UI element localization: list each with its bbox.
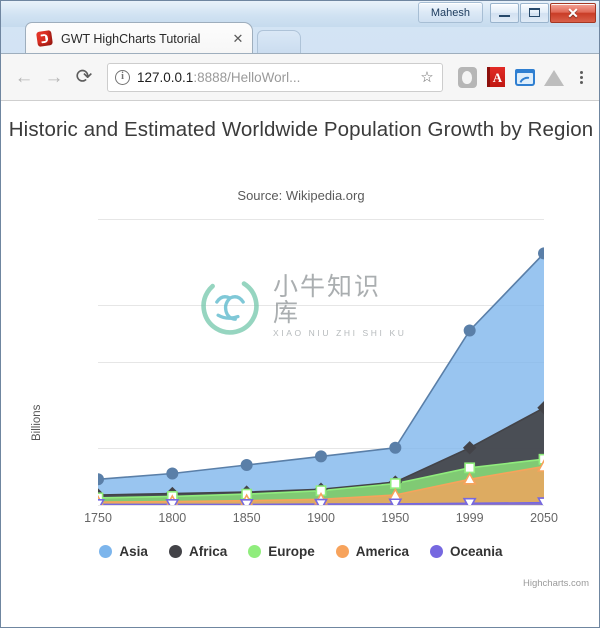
legend-item-europe[interactable]: Europe [248,544,315,559]
data-point-marker [98,473,104,486]
legend-color-swatch [335,545,349,558]
shield-icon[interactable] [456,66,478,88]
legend-label: America [355,544,410,559]
x-tick-label: 1850 [232,511,261,525]
x-tick-label: 1900 [307,511,335,525]
legend-color-swatch [430,545,444,558]
data-point-marker [165,499,180,505]
close-icon: ✕ [567,4,579,21]
reload-button[interactable]: ⟳ [69,62,99,92]
url-text: 127.0.0.1:8888/HelloWorl... [137,70,418,85]
data-point-marker [240,458,253,471]
red-book-icon[interactable]: A [485,66,507,88]
url-host: 127.0.0.1 [137,69,194,85]
chart-legend: Asia Africa Europe America Oceania [1,544,599,559]
tab-close-icon[interactable]: ✕ [230,31,246,47]
x-tick-label: 1999 [455,511,484,525]
site-info-icon[interactable]: i [115,69,130,85]
legend-item-oceania[interactable]: Oceania [430,544,503,559]
legend-color-swatch [168,545,182,558]
data-point-marker [315,450,328,463]
y-axis-title: Billions [31,404,43,441]
data-point-marker [538,247,544,260]
data-point-marker [463,324,476,337]
minimize-icon [499,15,510,17]
data-point-marker [389,478,401,489]
data-point-marker [314,498,328,505]
tab-strip: GWT HighCharts Tutorial ✕ [1,20,599,54]
chart-subtitle: Source: Wikipedia.org [237,188,365,203]
new-tab-button[interactable] [257,30,301,54]
legend-item-america[interactable]: America [335,544,410,559]
page-content: Historic and Estimated Worldwide Populat… [1,101,599,627]
legend-label: Europe [268,544,315,559]
browser-menu-button[interactable] [571,70,591,84]
chart-credit[interactable]: Highcharts.com [523,578,589,589]
gwt-favicon-icon [36,30,53,47]
x-tick-label: 2050 [530,511,558,525]
back-button[interactable]: ← [9,62,39,92]
highcharts-area-chart: Historic and Estimated Worldwide Populat… [1,101,599,627]
forward-button[interactable]: → [39,62,69,92]
browser-tab[interactable]: GWT HighCharts Tutorial ✕ [25,22,253,54]
legend-item-asia[interactable]: Asia [99,544,148,559]
legend-item-africa[interactable]: Africa [168,544,228,559]
x-tick-label: 1950 [381,511,410,525]
data-point-marker [239,499,254,505]
x-tick-label: 1750 [84,511,112,525]
data-point-marker [389,441,402,454]
legend-label: Africa [188,544,228,559]
legend-label: Asia [119,544,148,559]
legend-color-swatch [99,545,113,558]
browser-window: Mahesh ✕ GWT HighCharts Tutorial ✕ ← → ⟳… [0,0,600,628]
browser-toolbar: ← → ⟳ i 127.0.0.1:8888/HelloWorl... ☆ A [1,53,599,101]
x-tick-label: 1800 [158,511,187,525]
chart-series-layer [98,247,544,505]
chart-title: Historic and Estimated Worldwide Populat… [8,118,594,141]
data-point-marker [464,462,476,474]
address-bar[interactable]: i 127.0.0.1:8888/HelloWorl... ☆ [107,62,443,92]
photo-frame-icon[interactable] [514,66,536,88]
tab-title: GWT HighCharts Tutorial [61,31,201,46]
legend-label: Oceania [450,544,503,559]
legend-color-swatch [248,545,262,558]
data-point-marker [166,467,179,480]
drive-icon[interactable] [543,66,565,88]
maximize-icon [529,8,540,17]
plot-area [98,219,544,506]
url-path: :8888/HelloWorl... [193,69,301,85]
bookmark-star-icon[interactable]: ☆ [418,70,436,85]
gridline [98,505,544,506]
